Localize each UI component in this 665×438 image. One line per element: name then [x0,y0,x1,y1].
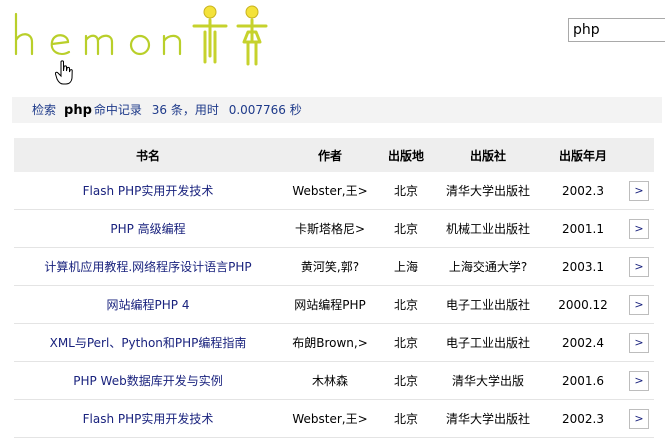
book-author: 网站编程PHP [282,285,378,324]
book-title-link[interactable]: Flash PHP实用开发技术 [14,399,282,438]
table-row: XML与Perl、Python和PHP编程指南 布朗Brown,> 北京 电子工业出版… [14,323,654,362]
time-label: 用时 [194,103,219,117]
row-action-cell: > [624,399,654,438]
col-header-publisher: 出版社 [434,138,542,172]
keyword: php [64,103,92,118]
book-author: Webster,王> [282,172,378,210]
table-row: 网站编程PHP 4 网站编程PHP 北京 电子工业出版社 2000.12 > [14,285,654,324]
book-publisher: 清华大学出版社 [434,399,542,438]
row-action-cell: > [624,209,654,248]
row-action-cell: > [624,361,654,400]
book-title-link[interactable]: 计算机应用教程.网络程序设计语言PHP [14,247,282,286]
book-date: 2002.4 [542,323,624,362]
book-date: 2002.3 [542,172,624,210]
table-row: PHP Web数据库开发与实例 木林森 北京 清华大学出版 2001.6 > [14,361,654,400]
book-place: 北京 [378,285,434,324]
result-summary: 检索 php 命中记录 36 条，用时 0.007766 秒 [12,97,662,123]
hemonti-logo[interactable]: hemonti [12,2,272,74]
book-place: 北京 [378,209,434,248]
book-author: 木林森 [282,361,378,400]
table-row: Flash PHP实用开发技术 Webster,王> 北京 清华大学出版社 2002.3… [14,399,654,438]
book-publisher: 电子工业出版社 [434,285,542,324]
table-row: 计算机应用教程.网络程序设计语言PHP 黄河笑,郭? 上海 上海交通大学? 2003.1… [14,247,654,286]
book-place: 北京 [378,399,434,438]
comma-sep: ， [182,103,195,117]
book-date: 2002.3 [542,399,624,438]
book-publisher: 清华大学出版社 [434,172,542,210]
book-title-link[interactable]: Flash PHP实用开发技术 [14,172,282,210]
detail-button[interactable]: > [629,332,649,353]
books-table: 书名 作者 出版地 出版社 出版年月 Flash PHP实用开发技术 Webste… [14,138,654,438]
search-label: 检索 [32,103,57,117]
book-author: 布朗Brown,> [282,323,378,362]
col-header-title: 书名 [14,138,282,172]
book-date: 2000.12 [542,285,624,324]
book-date: 2001.1 [542,209,624,248]
book-author: 黄河笑,郭? [282,247,378,286]
search-input[interactable] [568,18,665,42]
book-publisher: 电子工业出版社 [434,323,542,362]
book-title-link[interactable]: 网站编程PHP 4 [14,285,282,324]
row-action-cell: > [624,285,654,324]
table-row: Flash PHP实用开发技术 Webster,王> 北京 清华大学出版社 2002.3… [14,172,654,210]
detail-button[interactable]: > [629,180,649,201]
col-header-date: 出版年月 [542,138,624,172]
detail-button[interactable]: > [629,218,649,239]
detail-button[interactable]: > [629,408,649,429]
hand-cursor-icon [55,60,73,85]
book-place: 上海 [378,247,434,286]
book-date: 2003.1 [542,247,624,286]
book-place: 北京 [378,172,434,210]
hits-label: 命中记录 [93,103,142,117]
book-title-link[interactable]: PHP 高级编程 [14,209,282,248]
row-action-cell: > [624,323,654,362]
book-title-link[interactable]: XML与Perl、Python和PHP编程指南 [14,323,282,362]
book-place: 北京 [378,323,434,362]
col-header-action [624,138,654,172]
detail-button[interactable]: > [629,256,649,277]
book-publisher: 清华大学出版 [434,361,542,400]
book-author: Webster,王> [282,399,378,438]
book-title-link[interactable]: PHP Web数据库开发与实例 [14,361,282,400]
book-place: 北京 [378,361,434,400]
col-header-place: 出版地 [378,138,434,172]
row-action-cell: > [624,172,654,210]
table-row: PHP 高级编程 卡斯塔格尼> 北京 机械工业出版社 2001.1 > [14,209,654,248]
table-header-row: 书名 作者 出版地 出版社 出版年月 [14,138,654,172]
book-author: 卡斯塔格尼> [282,209,378,248]
col-header-author: 作者 [282,138,378,172]
detail-button[interactable]: > [629,294,649,315]
book-date: 2001.6 [542,361,624,400]
row-action-cell: > [624,247,654,286]
logo-text: hemonti [12,2,17,3]
hit-count: 36 条 [151,103,183,117]
book-publisher: 机械工业出版社 [434,209,542,248]
book-publisher: 上海交通大学? [434,247,542,286]
elapsed-time: 0.007766 秒 [228,103,302,117]
detail-button[interactable]: > [629,370,649,391]
